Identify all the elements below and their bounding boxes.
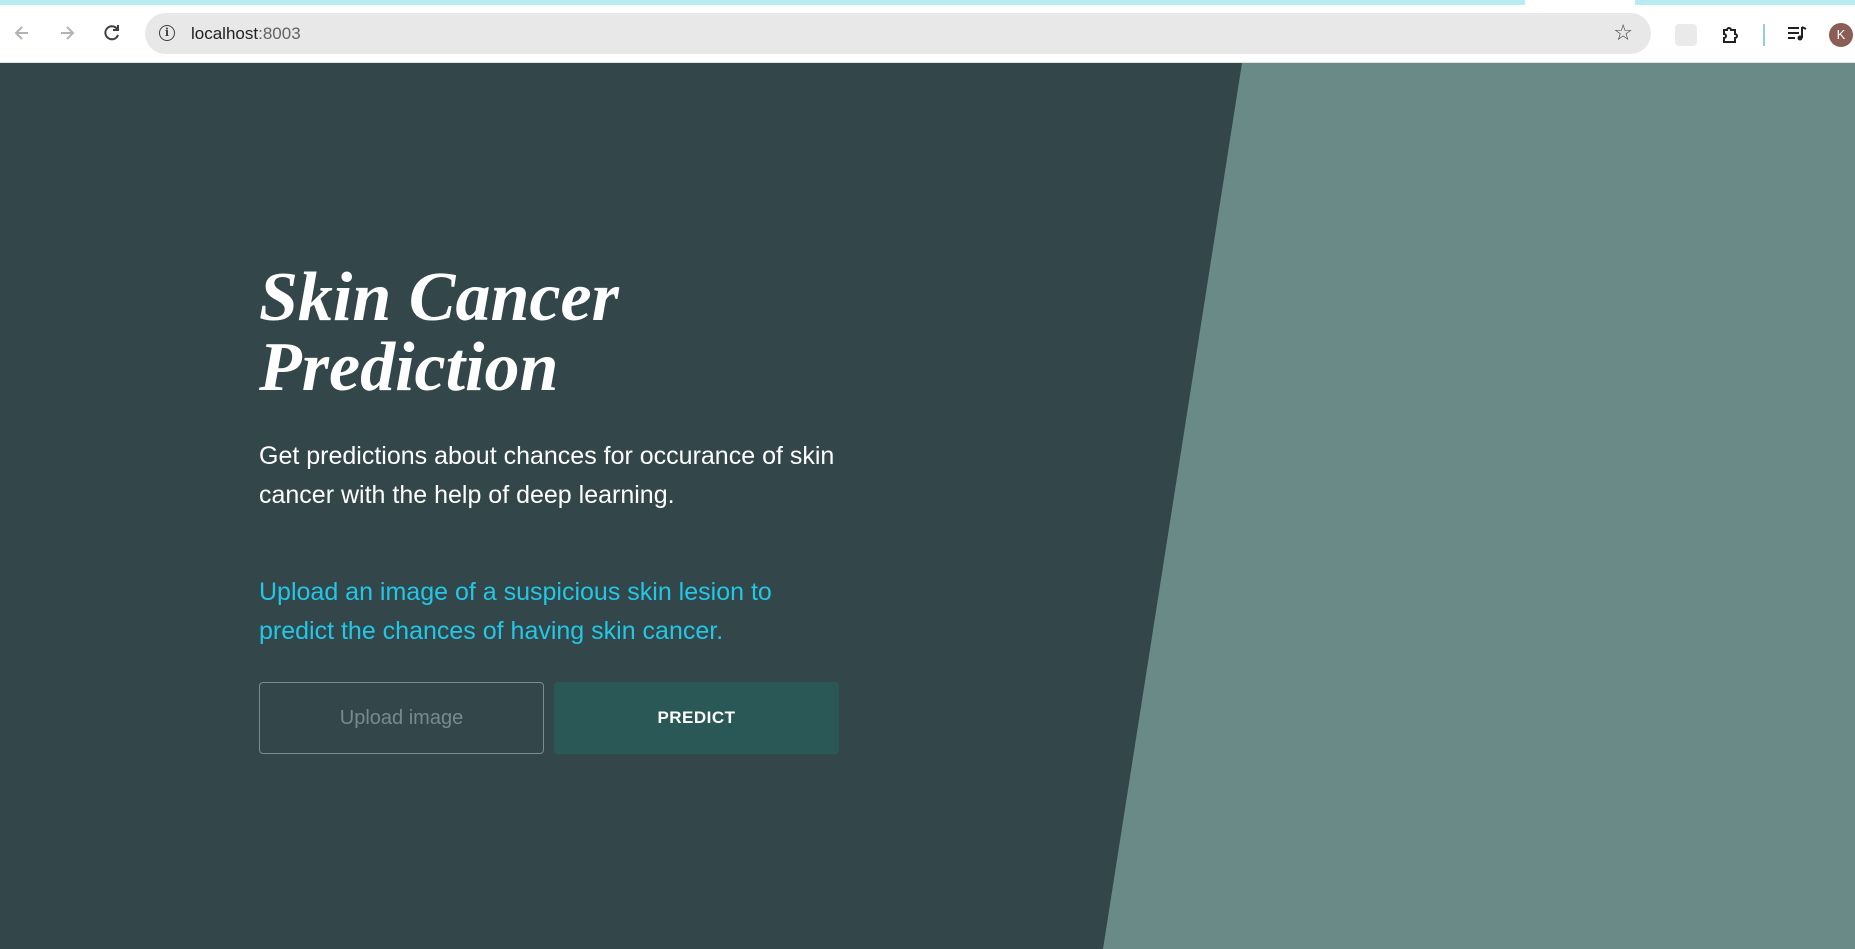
hero-subtitle: Get predictions about chances for occura…	[259, 442, 835, 509]
url-port: :8003	[258, 24, 301, 43]
tab-strip-segment	[0, 0, 1525, 5]
star-icon[interactable]: ☆	[1613, 21, 1633, 46]
tab-strip-segment	[1635, 0, 1855, 5]
puzzle-icon[interactable]	[1719, 22, 1743, 46]
upload-instructions: Upload an image of a suspicious skin les…	[259, 578, 772, 645]
upload-image-button[interactable]: Upload image	[259, 682, 544, 754]
info-icon[interactable]: i	[159, 25, 175, 41]
arrow-left-icon	[14, 26, 28, 40]
predict-button[interactable]: PREDICT	[554, 682, 839, 754]
url-text[interactable]: localhost:8003	[191, 24, 301, 44]
reload-button[interactable]	[97, 18, 127, 48]
arrow-right-icon	[61, 26, 75, 40]
avatar[interactable]: K	[1829, 23, 1853, 47]
browser-toolbar: i localhost:8003 ☆ K	[0, 6, 1855, 63]
address-bar[interactable]: i localhost:8003 ☆	[145, 13, 1651, 54]
media-controls-icon[interactable]	[1786, 23, 1808, 45]
forward-button[interactable]	[52, 18, 82, 48]
page-title: Skin Cancer Prediction	[259, 259, 619, 406]
back-button[interactable]	[7, 18, 37, 48]
reload-icon	[104, 25, 119, 41]
page-content: Skin Cancer Prediction Get predictions a…	[0, 63, 1855, 949]
action-row: Upload image PREDICT	[259, 682, 839, 754]
url-host: localhost	[191, 24, 259, 43]
extension-icon[interactable]	[1675, 24, 1697, 46]
toolbar-divider	[1763, 24, 1765, 46]
hero-section: Skin Cancer Prediction Get predictions a…	[259, 263, 859, 651]
